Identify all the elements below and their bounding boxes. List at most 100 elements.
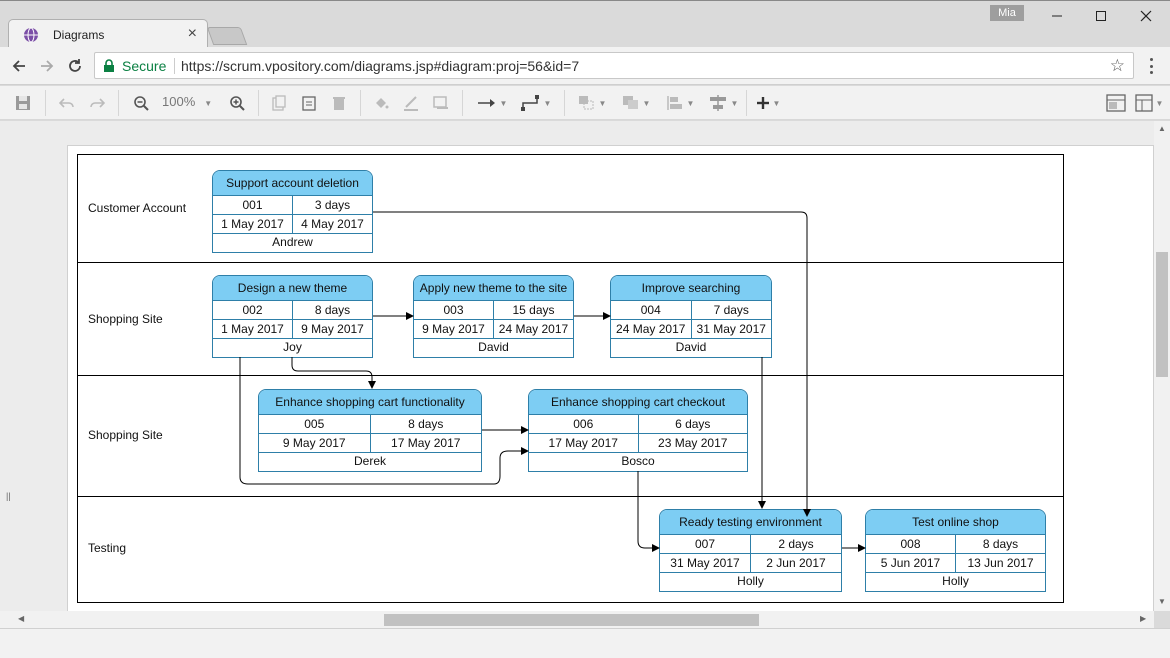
scroll-right-icon[interactable]: ▶ — [1140, 614, 1146, 623]
align-icon[interactable]: ▼ — [662, 93, 698, 113]
copy-icon[interactable] — [268, 93, 290, 113]
waypoint-icon[interactable]: ▼ — [518, 93, 554, 113]
zoom-in-icon[interactable] — [226, 93, 248, 113]
redo-icon[interactable] — [86, 93, 108, 113]
chevron-down-icon: ▼ — [772, 98, 781, 108]
save-icon[interactable] — [12, 93, 34, 113]
task-id: 008 — [900, 537, 921, 551]
line-color-icon[interactable] — [400, 93, 422, 113]
layout-panel-icon[interactable]: ▼ — [1134, 93, 1164, 113]
zoom-level[interactable]: 100% ▼ — [162, 94, 212, 109]
task-id: 003 — [443, 303, 464, 317]
task-card[interactable]: Apply new theme to the site 003 15 days 9… — [413, 275, 574, 358]
task-owner: Joy — [283, 340, 302, 354]
scroll-left-icon[interactable]: ◀ — [18, 614, 24, 623]
scroll-up-icon[interactable]: ▲ — [1158, 124, 1166, 133]
panel-resize-handle[interactable]: || — [6, 491, 11, 501]
task-title: Apply new theme to the site — [414, 276, 573, 301]
url-text[interactable]: https://scrum.vpository.com/diagrams.jsp… — [181, 58, 579, 74]
chevron-down-icon: ▼ — [598, 98, 607, 108]
reload-icon[interactable] — [64, 55, 86, 77]
lock-icon — [104, 59, 114, 72]
undo-icon[interactable] — [56, 93, 78, 113]
arrange-icon[interactable]: ▼ — [574, 93, 610, 113]
horizontal-scrollbar[interactable]: ◀ ▶ — [0, 611, 1154, 628]
back-arrow-icon[interactable] — [8, 55, 30, 77]
forward-arrow-icon[interactable] — [36, 55, 58, 77]
task-duration: 8 days — [292, 301, 372, 319]
task-card[interactable]: Ready testing environment 007 2 days 31 M… — [659, 509, 842, 592]
bookmark-star-icon[interactable]: ☆ — [1110, 56, 1125, 76]
task-title: Design a new theme — [213, 276, 372, 301]
new-tab-button[interactable] — [206, 27, 248, 45]
task-title: Enhance shopping cart functionality — [259, 390, 481, 415]
lane-label: Shopping Site — [88, 428, 163, 442]
profile-badge[interactable]: Mia — [990, 5, 1024, 21]
url-field[interactable]: Secure https://scrum.vpository.com/diagr… — [94, 52, 1134, 79]
toolbar-divider — [118, 90, 119, 116]
browser-title-bar: Diagrams × Mia — [0, 0, 1170, 49]
task-end: 4 May 2017 — [292, 215, 372, 233]
status-strip — [0, 628, 1170, 658]
task-owner: David — [478, 340, 509, 354]
connector-arrow-icon[interactable]: ▼ — [474, 93, 510, 113]
scroll-down-icon[interactable]: ▼ — [1158, 597, 1166, 606]
format-panel-icon[interactable] — [1104, 93, 1128, 113]
task-card[interactable]: Support account deletion 001 3 days 1 May… — [212, 170, 373, 253]
tab-close-icon[interactable]: × — [188, 25, 197, 43]
maximize-icon[interactable] — [1078, 3, 1124, 29]
tab-title: Diagrams — [53, 28, 105, 42]
vertical-scrollbar[interactable]: ▲ ▼ — [1154, 121, 1170, 611]
toolbar-divider — [746, 90, 747, 116]
task-end: 23 May 2017 — [637, 434, 748, 452]
trash-icon[interactable] — [328, 93, 350, 113]
chevron-down-icon: ▼ — [204, 99, 213, 108]
task-duration: 8 days — [369, 415, 482, 433]
task-title: Enhance shopping cart checkout — [529, 390, 747, 415]
minimize-icon[interactable] — [1034, 3, 1080, 29]
shadow-icon[interactable] — [430, 93, 452, 113]
task-title: Support account deletion — [213, 171, 372, 196]
horizontal-scroll-thumb[interactable] — [384, 614, 759, 626]
task-id: 007 — [694, 537, 716, 551]
address-bar: Secure https://scrum.vpository.com/diagr… — [0, 47, 1170, 85]
task-start: 31 May 2017 — [670, 556, 740, 570]
chevron-down-icon: ▼ — [1155, 98, 1164, 108]
chevron-down-icon: ▼ — [499, 98, 508, 108]
paste-icon[interactable] — [298, 93, 320, 113]
close-window-icon[interactable] — [1123, 3, 1169, 29]
task-duration: 8 days — [955, 535, 1045, 553]
chevron-down-icon: ▼ — [642, 98, 651, 108]
plus-icon[interactable]: ▼ — [752, 93, 784, 113]
task-start: 1 May 2017 — [221, 217, 284, 231]
task-owner: Derek — [353, 454, 386, 468]
diagram-canvas[interactable]: || Customer Account Shopping Site Shoppi… — [0, 121, 1154, 611]
task-id: 004 — [640, 303, 661, 317]
diagram-toolbar: 100% ▼ ▼ ▼ ▼ ▼ ▼ ▼ ▼ ▼ — [0, 86, 1170, 120]
task-id: 001 — [242, 198, 263, 212]
task-title: Ready testing environment — [660, 510, 841, 535]
task-card[interactable]: Enhance shopping cart functionality 005 8… — [258, 389, 482, 472]
lane-label: Testing — [88, 541, 127, 555]
fill-color-icon[interactable] — [370, 93, 392, 113]
toolbar-divider — [564, 90, 565, 116]
task-card[interactable]: Test online shop 008 8 days 5 Jun 2017 13 … — [865, 509, 1046, 592]
task-end: 31 May 2017 — [690, 320, 772, 338]
lane-label: Shopping Site — [88, 312, 163, 326]
task-owner: David — [675, 340, 707, 354]
vertical-scroll-thumb[interactable] — [1156, 252, 1168, 377]
task-card[interactable]: Design a new theme 002 8 days 1 May 2017 9… — [212, 275, 373, 358]
task-card[interactable]: Enhance shopping cart checkout 006 6 days… — [528, 389, 748, 472]
group-icon[interactable]: ▼ — [618, 93, 654, 113]
chevron-down-icon: ▼ — [543, 98, 552, 108]
browser-tab[interactable]: Diagrams × — [8, 19, 208, 49]
secure-label: Secure — [122, 58, 167, 74]
zoom-out-icon[interactable] — [130, 93, 152, 113]
toolbar-divider — [360, 90, 361, 116]
task-id: 006 — [573, 417, 594, 431]
browser-menu-icon[interactable] — [1144, 56, 1158, 76]
distribute-icon[interactable]: ▼ — [704, 93, 742, 113]
task-start: 9 May 2017 — [282, 436, 346, 450]
task-card[interactable]: Improve searching 004 7 days 24 May 2017 3… — [610, 275, 772, 358]
task-owner: Andrew — [272, 235, 313, 249]
